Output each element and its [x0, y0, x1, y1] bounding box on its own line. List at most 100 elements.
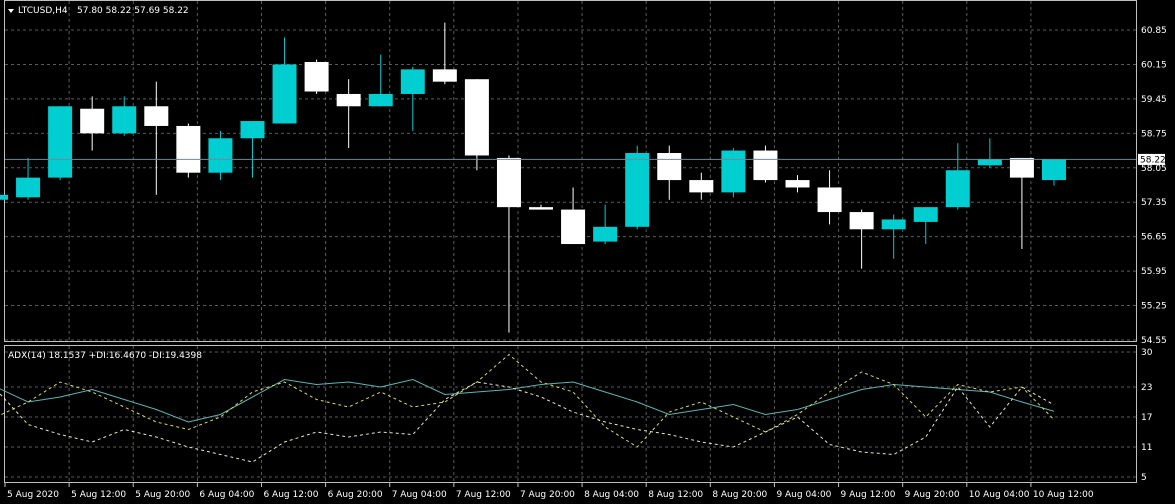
price-tick-label: 60.85	[1141, 26, 1167, 36]
candle	[753, 145, 778, 183]
candle-body	[336, 93, 361, 107]
candle-body	[593, 226, 618, 242]
candle-body	[304, 61, 329, 92]
candle	[881, 214, 906, 259]
candle	[529, 204, 554, 210]
adx-tick-label: 23	[1141, 383, 1152, 393]
candle	[721, 148, 746, 198]
adx-tick-label: 5	[1141, 473, 1147, 483]
candle	[112, 96, 137, 136]
price-tick-label: 60.15	[1141, 60, 1167, 70]
time-tick-label: 7 Aug 04:00	[392, 490, 447, 500]
candle	[625, 145, 650, 230]
time-tick-label: 6 Aug 20:00	[328, 490, 383, 500]
candle-body	[0, 194, 8, 200]
candle-body	[464, 79, 489, 156]
candle-body	[657, 153, 682, 181]
candle-body	[240, 121, 265, 139]
time-tick-label: 9 Aug 20:00	[905, 490, 960, 500]
candle-body	[16, 177, 41, 198]
candle-body	[400, 69, 425, 94]
candle-body	[272, 64, 297, 124]
candle-body	[753, 150, 778, 181]
price-tick-label: 59.45	[1141, 95, 1167, 105]
candle-body	[496, 157, 521, 208]
time-tick-label: 5 Aug 2020	[7, 490, 59, 500]
candle-body	[913, 207, 938, 222]
candle	[208, 130, 233, 181]
candle-body	[112, 106, 137, 134]
trading-chart-window[interactable]: 60.85 60.15 59.45 58.75 58.05 57.35 56.65 55.95…	[0, 0, 1175, 504]
candle-body	[368, 93, 393, 107]
time-tick-label: 6 Aug 04:00	[199, 490, 254, 500]
candle	[432, 22, 457, 85]
candle-body	[849, 212, 874, 230]
adx-series-minusdi	[0, 381, 1055, 463]
candle-body	[529, 207, 554, 210]
symbol-label[interactable]: LTCUSD,H4	[18, 6, 68, 16]
candle	[945, 143, 970, 210]
candle-body	[144, 106, 169, 126]
candle-body	[945, 170, 970, 208]
price-axis: 60.8560.1559.4558.7558.0557.3556.6555.95…	[1141, 26, 1167, 346]
symbol-dropdown-icon[interactable]	[8, 9, 14, 13]
candle	[657, 145, 682, 200]
candle-body	[689, 180, 714, 193]
price-tick-label: 55.25	[1141, 302, 1167, 312]
adx-tick-label: 17	[1141, 413, 1152, 423]
candle	[144, 81, 169, 195]
candle-body	[817, 187, 842, 213]
candle-body	[48, 106, 73, 178]
time-tick-label: 7 Aug 20:00	[520, 490, 575, 500]
time-tick-label: 7 Aug 12:00	[456, 490, 511, 500]
price-tick-label: 56.65	[1141, 233, 1167, 243]
time-tick-label: 8 Aug 12:00	[648, 490, 703, 500]
chart-canvas[interactable]: 60.8560.1559.4558.7558.0557.3556.6555.95…	[0, 0, 1175, 504]
time-tick-label: 6 Aug 12:00	[263, 490, 318, 500]
candle	[368, 54, 393, 107]
candle-body	[176, 125, 201, 173]
time-axis: 5 Aug 2020 5 Aug 12:00 5 Aug 20:00 6 Aug 04…	[4, 483, 1094, 500]
price-tick-label: 55.95	[1141, 267, 1167, 277]
adx-tick-label: 11	[1141, 443, 1152, 453]
adx-tick-label: 30	[1141, 348, 1153, 358]
candle-body	[977, 159, 1002, 166]
candlestick-series	[0, 22, 1066, 333]
candle-body	[80, 108, 105, 134]
candle	[240, 121, 265, 178]
candle	[977, 138, 1002, 168]
candle-body	[432, 69, 457, 82]
adx-lines	[0, 353, 1055, 463]
price-tick-label: 57.35	[1141, 198, 1167, 208]
time-tick-label: 9 Aug 04:00	[776, 490, 831, 500]
adx-series-adx	[0, 378, 1055, 423]
candle	[176, 123, 201, 178]
candle	[1041, 159, 1066, 186]
current-price-label: 58.22	[1140, 155, 1166, 165]
candle	[464, 79, 489, 171]
candle-body	[1041, 159, 1066, 181]
candle	[16, 157, 41, 200]
candle	[304, 59, 329, 94]
price-tick-label: 54.55	[1141, 336, 1167, 346]
adx-axis: 30 23 17 11 5	[1141, 348, 1153, 483]
time-tick-label: 8 Aug 04:00	[584, 490, 639, 500]
candle	[849, 209, 874, 269]
candle	[785, 175, 810, 193]
candle-body	[208, 138, 233, 173]
candle-body	[625, 153, 650, 227]
candle-body	[561, 209, 586, 245]
candle	[689, 172, 714, 200]
candle	[1009, 157, 1034, 249]
candle	[80, 96, 105, 151]
adx-grid	[5, 346, 1136, 482]
ohlc-readout: 57.80 58.22 57.69 58.22	[77, 6, 189, 16]
indicator-label: ADX(14) 18.1537 +DI:16.4670 -DI:19.4398	[8, 351, 202, 361]
price-tick-label: 58.75	[1141, 129, 1167, 139]
time-tick-label: 5 Aug 20:00	[135, 490, 190, 500]
candle-body	[721, 150, 746, 193]
candle-body	[785, 180, 810, 188]
time-tick-label: 10 Aug 12:00	[1033, 490, 1094, 500]
time-tick-label: 5 Aug 12:00	[71, 490, 126, 500]
candle	[336, 79, 361, 149]
